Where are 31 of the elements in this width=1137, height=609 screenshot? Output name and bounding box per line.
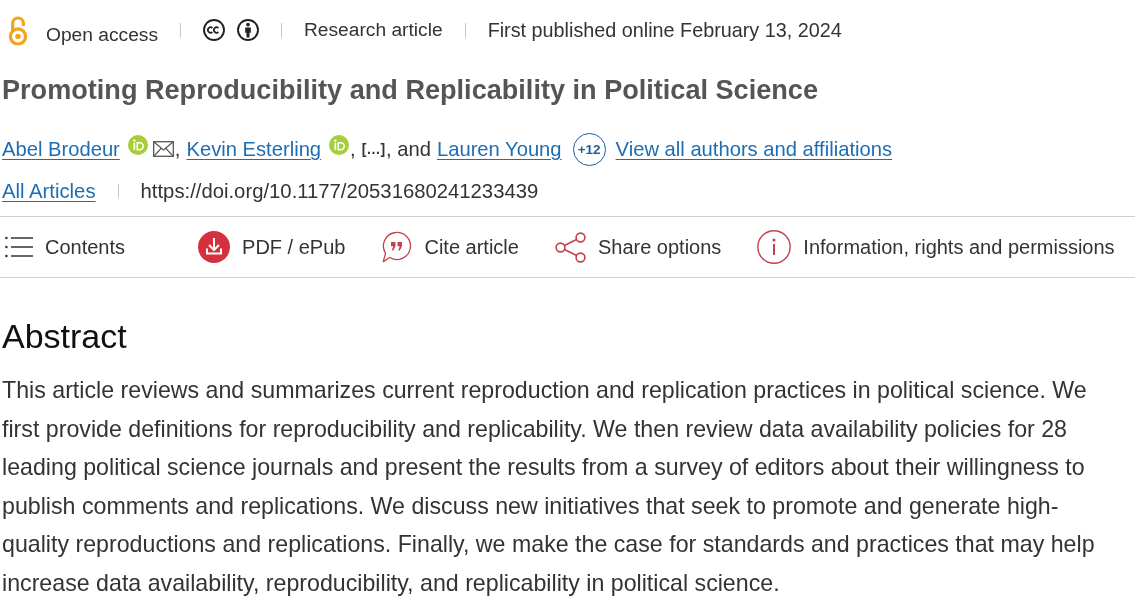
contents-button[interactable]: Contents xyxy=(5,235,126,259)
publication-date: First published online February 13, 2024 xyxy=(487,18,842,42)
access-label: Open access xyxy=(46,24,158,45)
byline-text: , xyxy=(350,137,356,161)
info-icon xyxy=(757,230,792,264)
cc-license-icon[interactable] xyxy=(203,19,225,41)
doi-text: https://doi.org/10.1177/20531680241233439 xyxy=(140,179,539,203)
pdf-download-button[interactable]: PDF / ePub xyxy=(198,231,346,263)
omitted-authors-text[interactable]: […] xyxy=(361,141,386,157)
author-link[interactable]: Lauren Young xyxy=(436,137,562,161)
author-link[interactable]: Abel Brodeur xyxy=(2,137,120,161)
author-link[interactable]: Kevin Esterling xyxy=(186,137,322,161)
more-authors-button[interactable]: +12 xyxy=(572,132,606,166)
download-icon xyxy=(198,231,231,263)
person-in-circle-icon[interactable] xyxy=(237,19,259,41)
abstract-heading: Abstract xyxy=(2,316,128,356)
collection-link[interactable]: All Articles xyxy=(2,179,96,203)
envelope-icon[interactable] xyxy=(152,141,174,157)
open-lock-icon xyxy=(8,14,28,46)
cite-button[interactable]: Cite article xyxy=(381,231,519,263)
list-icon xyxy=(5,236,33,258)
share-icon xyxy=(554,231,586,263)
article-type: Research article xyxy=(304,19,443,41)
abstract-paragraph: This article reviews and summarizes current reproduction and replication practices in political science. We first provide definitions for reproducibility and replicability. We then review data availability policies for 28 leading political science journals and present the results from a survey of editors about their willingness to publish comments and replications. We discuss new initiatives that seek to promote and generate high-quality reproductions and replications. Finally, we make the case for standards and practices that may help increase data availability, reproducibility, and replicability in political science. xyxy=(2,376,1096,598)
view-all-authors-link[interactable]: View all authors and affiliations xyxy=(615,137,893,161)
byline-text: , and xyxy=(386,137,431,161)
share-button[interactable]: Share options xyxy=(554,231,722,263)
article-title: Promoting Reproducibility and Replicability in Political Science xyxy=(2,73,819,107)
information-button[interactable]: Information, rights and permissions xyxy=(757,230,1115,264)
quote-bubble-icon xyxy=(381,231,413,263)
byline-text: , xyxy=(174,137,181,161)
